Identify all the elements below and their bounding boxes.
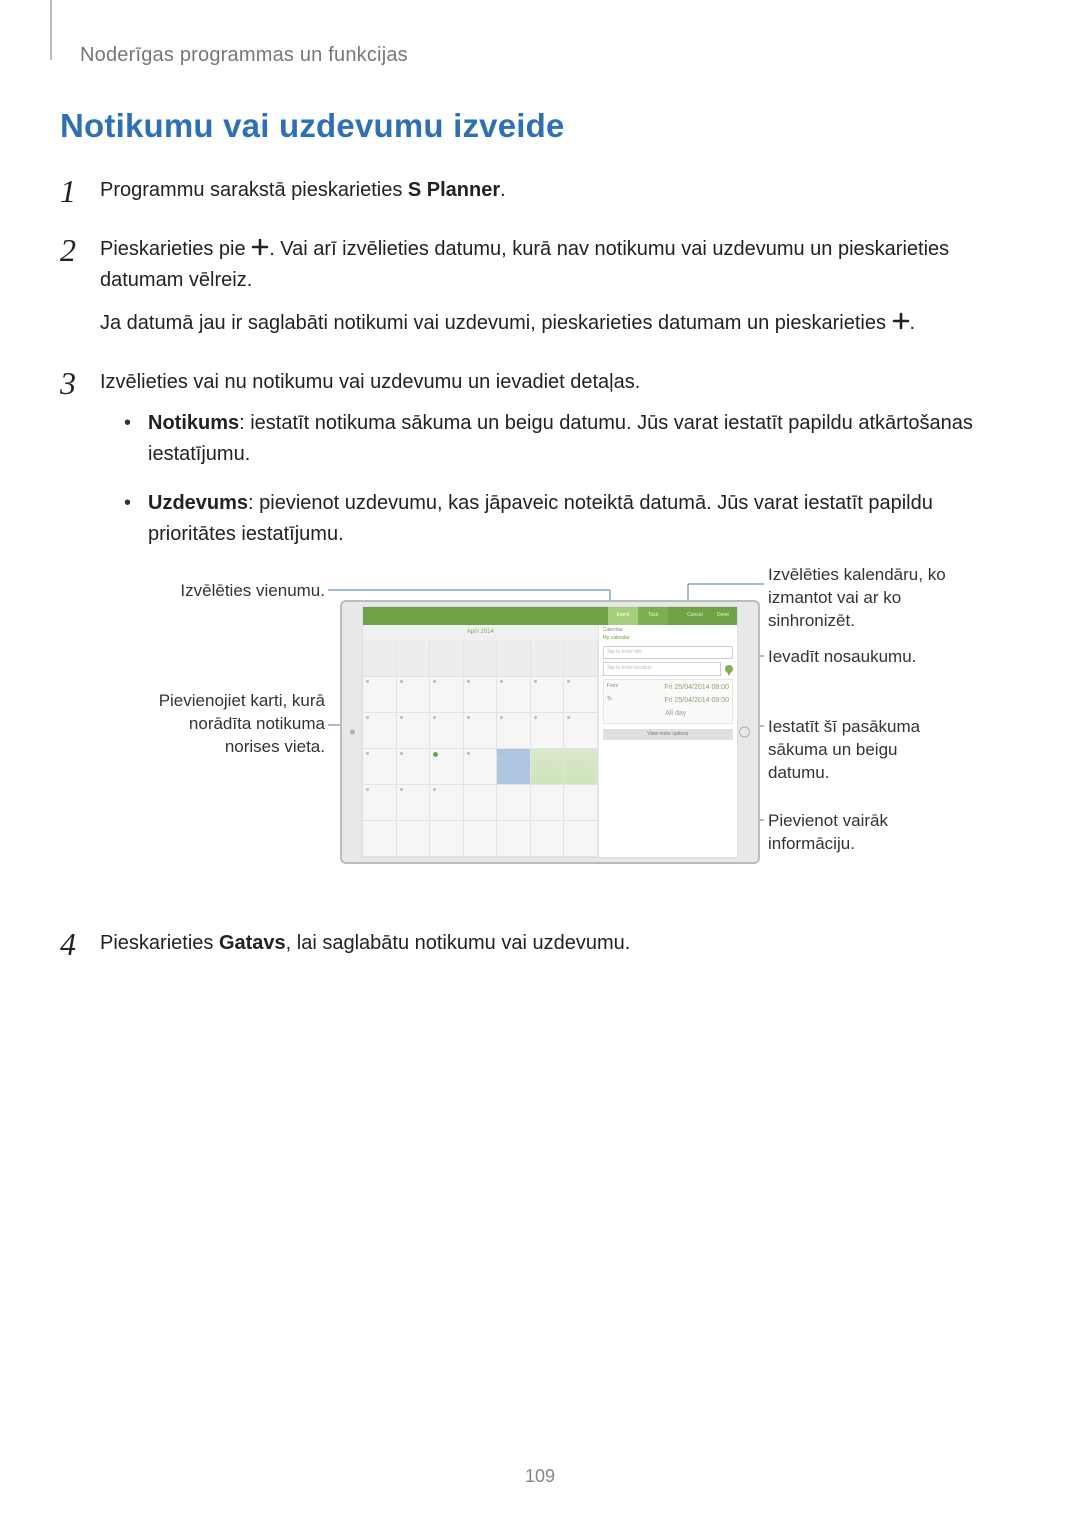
page: Noderīgas programmas un funkcijas Notiku…	[0, 0, 1080, 959]
bullet-2-label: Uzdevums	[148, 492, 248, 514]
bullet-1-label: Notikums	[148, 412, 239, 434]
tab-event[interactable]: Event	[608, 607, 638, 625]
bullet-uzdevums: Uzdevums: pievienot uzdevumu, kas jāpave…	[124, 488, 1000, 550]
step-4-bold: Gatavs	[219, 932, 286, 954]
step-4: Pieskarieties Gatavs, lai saglabātu noti…	[60, 928, 1000, 959]
from-label: From	[607, 683, 619, 694]
today-cell[interactable]	[430, 749, 464, 785]
callout-enter-title: Ievadīt nosaukumu.	[768, 646, 953, 669]
page-number: 109	[0, 1466, 1080, 1487]
location-pin-icon[interactable]	[725, 665, 733, 673]
step-3-bullets: Notikums: iestatīt notikuma sākuma un be…	[124, 408, 1000, 550]
bullet-2-text: : pievienot uzdevumu, kas jāpaveic notei…	[148, 492, 933, 545]
step-1-text-a: Programmu sarakstā pieskarieties	[100, 179, 408, 201]
screenshot: Event Task Cancel Done April 2014	[362, 606, 738, 858]
done-button[interactable]: Done	[709, 607, 737, 625]
map-thumbnail[interactable]	[564, 749, 598, 785]
step-3: Izvēlieties vai nu notikumu vai uzdevumu…	[60, 367, 1000, 900]
callout-select-calendar: Izvēlēties kalendāru, ko izmantot vai ar…	[768, 564, 953, 633]
step-1-bold: S Planner	[408, 179, 500, 201]
calendar-label: Calendar	[603, 627, 733, 635]
more-options-button[interactable]: View more options	[603, 729, 733, 741]
step-2: Pieskarieties pie . Vai arī izvēlieties …	[60, 234, 1000, 339]
step-4-text-c: , lai saglabātu notikumu vai uzdevumu.	[286, 932, 631, 954]
selected-day[interactable]	[497, 749, 531, 785]
section-heading: Notikumu vai uzdevumu izveide	[60, 107, 1000, 145]
to-value: Fri 25/04/2014 09:00	[622, 696, 729, 707]
step-2-sub-b: .	[910, 312, 916, 334]
datetime-block[interactable]: From Fri 25/04/2014 08:00 To Fri 25/04/2…	[603, 679, 733, 724]
step-2-text-a: Pieskarieties pie	[100, 238, 251, 260]
steps-list: Programmu sarakstā pieskarieties S Plann…	[60, 175, 1000, 959]
all-day[interactable]: All day	[622, 709, 729, 720]
calendar-month: April 2014	[363, 625, 598, 641]
margin-rule	[50, 0, 52, 60]
calendar-value: My calendar	[603, 635, 733, 643]
figure: Izvēlēties vienumu. Pievienojiet karti, …	[140, 570, 960, 900]
tablet-frame: Event Task Cancel Done April 2014	[340, 600, 760, 864]
running-header: Noderīgas programmas un funkcijas	[80, 44, 1000, 67]
step-3-text-a: Izvēlieties vai nu notikumu vai uzdevumu…	[100, 371, 640, 393]
callout-select-item: Izvēlēties vienumu.	[140, 580, 325, 603]
map-thumbnail[interactable]	[531, 749, 565, 785]
callout-more-info: Pievienot vairāk informāciju.	[768, 810, 953, 856]
location-input[interactable]: Tap to enter location	[603, 662, 721, 676]
callout-set-dates: Iestatīt šī pasākuma sākuma un beigu dat…	[768, 716, 953, 785]
bullet-1-text: : iestatīt notikuma sākuma un beigu datu…	[148, 412, 973, 465]
calendar-field[interactable]: Calendar My calendar	[603, 627, 733, 643]
plus-icon	[892, 312, 910, 330]
step-2-sub-a: Ja datumā jau ir saglabāti notikumi vai …	[100, 312, 892, 334]
screenshot-content: April 2014 Calendar	[363, 625, 737, 857]
cancel-button[interactable]: Cancel	[681, 607, 709, 625]
to-label: To	[607, 696, 619, 707]
step-1: Programmu sarakstā pieskarieties S Plann…	[60, 175, 1000, 206]
step-2-sub: Ja datumā jau ir saglabāti notikumi vai …	[100, 308, 1000, 339]
from-value: Fri 25/04/2014 08:00	[622, 683, 729, 694]
event-panel: Calendar My calendar Tap to enter title …	[598, 625, 737, 857]
top-bar: Event Task Cancel Done	[363, 607, 737, 625]
bullet-notikums: Notikums: iestatīt notikuma sākuma un be…	[124, 408, 1000, 470]
step-4-text-a: Pieskarieties	[100, 932, 219, 954]
location-row: Tap to enter location	[603, 662, 733, 676]
callout-add-map: Pievienojiet karti, kurā norādīta notiku…	[140, 690, 325, 759]
tab-task[interactable]: Task	[638, 607, 668, 625]
title-input[interactable]: Tap to enter title	[603, 646, 733, 660]
plus-icon	[251, 238, 269, 256]
calendar-grid: April 2014	[363, 625, 598, 857]
step-1-text-c: .	[500, 179, 506, 201]
